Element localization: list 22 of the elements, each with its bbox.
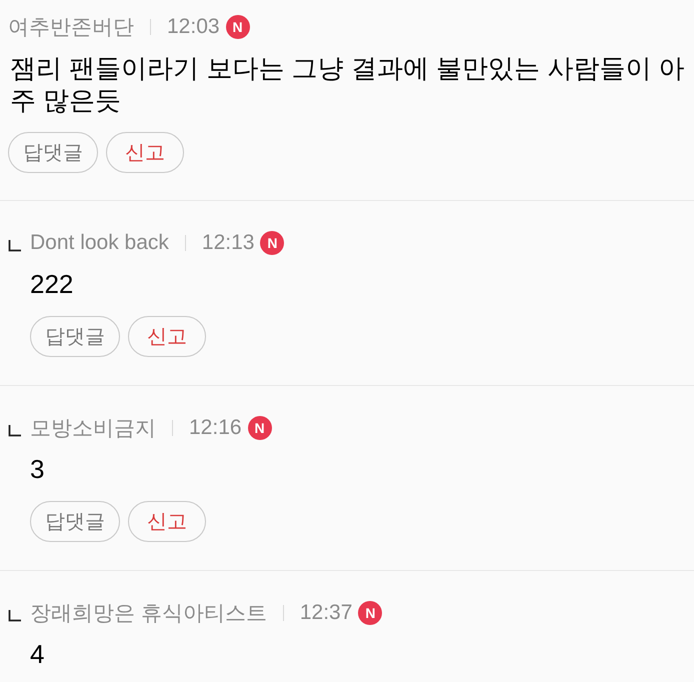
new-badge: N (260, 231, 284, 255)
comment-text: 잼리 팬들이라기 보다는 그냥 결과에 불만있는 사람들이 아주 많은듯 (10, 52, 686, 116)
comment-time: 12:03 (167, 15, 220, 39)
report-button[interactable]: 신고 (106, 132, 184, 173)
reply-button[interactable]: 답댓글 (30, 316, 120, 357)
comment-text: 3 (30, 453, 46, 485)
comment-time: 12:13 (202, 231, 254, 255)
new-badge: N (358, 601, 382, 625)
report-button[interactable]: 신고 (128, 316, 206, 357)
new-badge: N (226, 15, 250, 39)
comment-text: 222 (30, 268, 74, 300)
reply-button[interactable]: 답댓글 (8, 132, 98, 173)
comment-text: 4 (30, 638, 46, 670)
comment-time: 12:37 (300, 601, 352, 625)
author-name: 여추반존버단 (8, 15, 134, 41)
report-button[interactable]: 신고 (128, 501, 206, 542)
author-name: 모방소비금지 (30, 416, 156, 442)
new-badge: N (248, 416, 272, 440)
comment-time: 12:16 (189, 416, 242, 440)
author-name: 장래희망은 휴식아티스트 (30, 601, 267, 627)
reply-button[interactable]: 답댓글 (30, 501, 120, 542)
author-name: Dont look back (30, 231, 169, 255)
